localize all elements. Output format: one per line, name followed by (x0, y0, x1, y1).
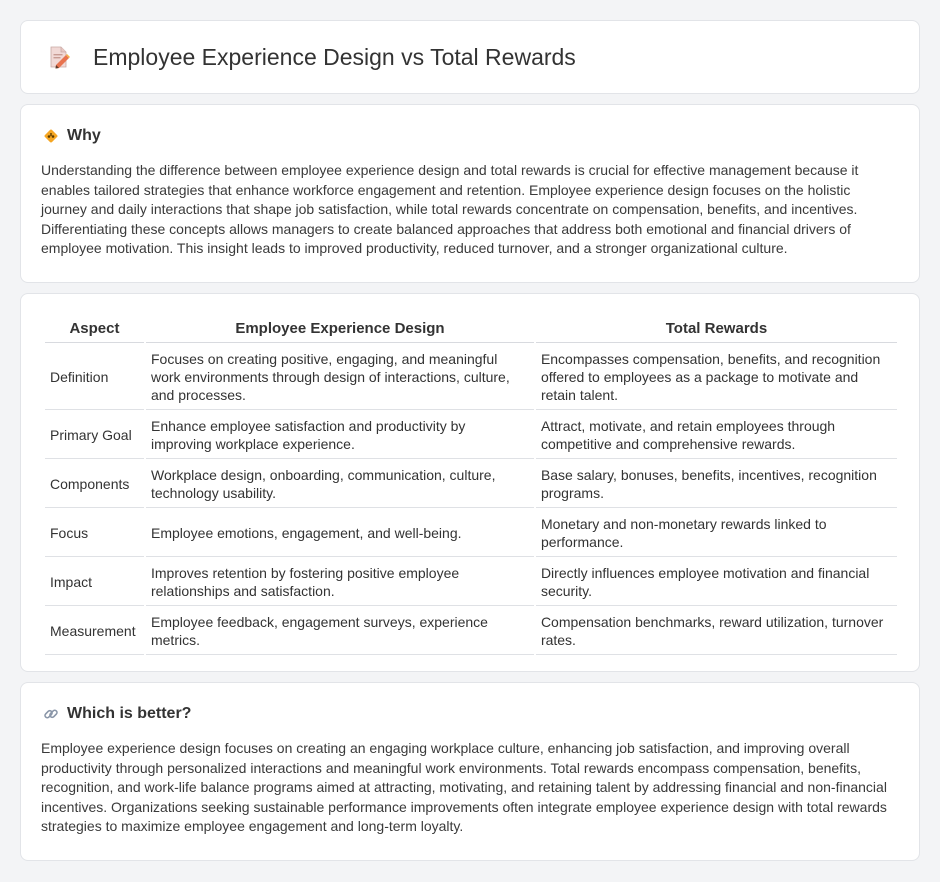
experience-design-cell: Focuses on creating positive, engaging, … (145, 345, 534, 410)
aspect-cell: Measurement (45, 608, 144, 655)
experience-design-cell: Enhance employee satisfaction and produc… (145, 412, 534, 459)
comparison-table: Aspect Employee Experience Design Total … (43, 314, 899, 657)
which-is-better-text: Employee experience design focuses on cr… (41, 740, 887, 834)
table-row: Impact Improves retention by fostering p… (45, 559, 897, 606)
aspect-cell: Primary Goal (45, 412, 144, 459)
total-rewards-cell: Attract, motivate, and retain employees … (535, 412, 897, 459)
experience-design-cell: Employee emotions, engagement, and well-… (145, 510, 534, 557)
table-row: Definition Focuses on creating positive,… (45, 345, 897, 410)
header-total-rewards: Total Rewards (535, 316, 897, 343)
experience-design-cell: Employee feedback, engagement surveys, e… (145, 608, 534, 655)
link-icon (43, 706, 59, 722)
experience-design-cell: Improves retention by fostering positive… (145, 559, 534, 606)
page-title: Employee Experience Design vs Total Rewa… (93, 43, 576, 70)
header-aspect: Aspect (45, 316, 144, 343)
diamond-warning-icon (43, 128, 59, 144)
aspect-cell: Impact (45, 559, 144, 606)
aspect-cell: Components (45, 461, 144, 508)
total-rewards-cell: Directly influences employee motivation … (535, 559, 897, 606)
table-row: Measurement Employee feedback, engagemen… (45, 608, 897, 655)
header-employee-experience-design: Employee Experience Design (145, 316, 534, 343)
why-title: Why (67, 127, 101, 144)
document-pencil-icon (47, 45, 71, 69)
total-rewards-cell: Compensation benchmarks, reward utilizat… (535, 608, 897, 655)
aspect-cell: Focus (45, 510, 144, 557)
why-section: Why Understanding the difference between… (20, 104, 920, 283)
which-is-better-section: Which is better? Employee experience des… (20, 682, 920, 861)
comparison-table-card: Aspect Employee Experience Design Total … (20, 293, 920, 672)
total-rewards-cell: Base salary, bonuses, benefits, incentiv… (535, 461, 897, 508)
total-rewards-cell: Encompasses compensation, benefits, and … (535, 345, 897, 410)
table-header-row: Aspect Employee Experience Design Total … (45, 316, 897, 343)
table-row: Primary Goal Enhance employee satisfacti… (45, 412, 897, 459)
why-text: Understanding the difference between emp… (41, 162, 859, 256)
total-rewards-cell: Monetary and non-monetary rewards linked… (535, 510, 897, 557)
table-row: Focus Employee emotions, engagement, and… (45, 510, 897, 557)
table-row: Components Workplace design, onboarding,… (45, 461, 897, 508)
experience-design-cell: Workplace design, onboarding, communicat… (145, 461, 534, 508)
why-heading: Why (43, 127, 899, 145)
header-card: Employee Experience Design vs Total Rewa… (20, 20, 920, 94)
which-is-better-heading: Which is better? (43, 705, 899, 723)
aspect-cell: Definition (45, 345, 144, 410)
which-is-better-title: Which is better? (67, 705, 192, 722)
